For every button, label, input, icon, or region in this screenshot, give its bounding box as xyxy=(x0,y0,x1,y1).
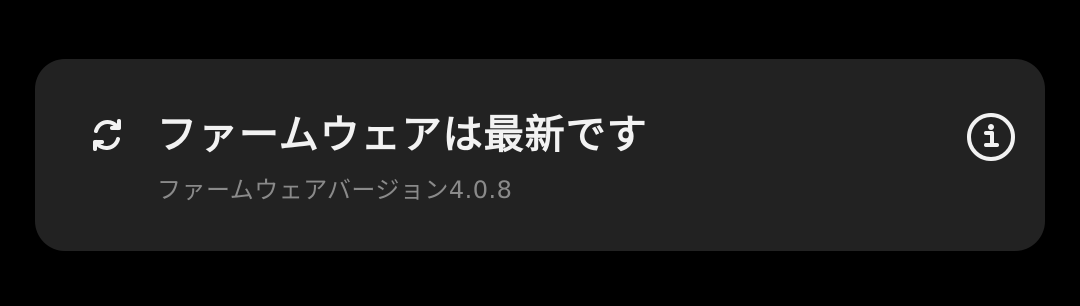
sync-icon xyxy=(87,115,127,155)
firmware-status-card: ファームウェアは最新です ファームウェアバージョン4.0.8 xyxy=(35,59,1045,251)
firmware-version-label: ファームウェアバージョン4.0.8 xyxy=(157,176,513,204)
info-icon[interactable] xyxy=(965,111,1017,163)
firmware-status-title: ファームウェアは最新です xyxy=(157,112,648,158)
